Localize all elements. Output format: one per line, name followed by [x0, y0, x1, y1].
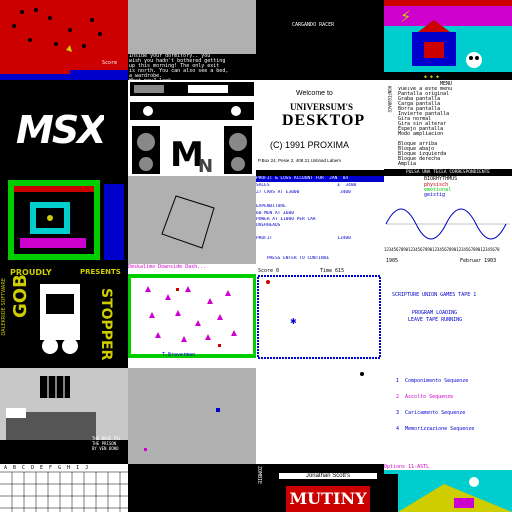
copyright: (C) 1991 PROXIMA: [270, 140, 350, 150]
svg-text:N: N: [198, 156, 213, 176]
welcome-text: Welcome to: [296, 90, 333, 97]
tile-profit-loss: PROFIT & LOSS ACCOUNT FOR JAN 84 SALES £…: [256, 176, 384, 264]
menu-side-label: KONFIGURACE: [387, 86, 392, 113]
magenta-dot: [144, 448, 147, 451]
title-art: ⚡ ◆ ◆ ◆: [384, 0, 512, 80]
stereo-art: M N: [130, 82, 254, 176]
tile-gob-stopper: PROUDLY PRESENTS DALEKRIDE SOFTWARE GOB …: [0, 264, 128, 368]
svg-text:⚡: ⚡: [400, 7, 411, 26]
tile-empty-black: [128, 464, 256, 512]
tile-maze-game: [0, 176, 128, 264]
tile-scripture-union: SCRIPTURE UNION GAMES TAPE 1 PROGRAM LOA…: [384, 264, 512, 368]
gob-text: GOB: [10, 274, 31, 318]
su-leave: LEAVE TAPE RUNNING: [408, 317, 463, 323]
tile-sequence-menu: 1 Componimento Sequenze 2 Ascolto Sequen…: [384, 368, 512, 464]
landscape-art: [384, 474, 512, 512]
tile-prison: THE BASE PIL THE PRISON BY VEN DONO: [0, 368, 128, 464]
mutiny-title: MUTINY: [286, 486, 370, 512]
svg-text:✱: ✱: [290, 317, 297, 326]
seq-item-1[interactable]: 1 Componimento Sequenze: [396, 378, 468, 384]
msx-logo: MSX: [16, 108, 105, 152]
menu-item[interactable]: Amplia: [398, 162, 510, 167]
address: P.Box 24, Pesie 2, 408 21 Ustinad Labem: [258, 158, 341, 163]
menu-footer: PULSA UNA TECLA CORRESPONDIENTE: [384, 169, 512, 176]
tile-blank-gray: [128, 368, 256, 464]
tile-stereo: M N: [128, 80, 256, 176]
arena-border: ✱: [257, 275, 381, 359]
pl-line: OVERHEADS: [256, 223, 281, 228]
pl-header: PROFIT & LOSS ACCOUNT FOR JAN 84: [256, 176, 384, 182]
prison-credit: THE BASE PIL THE PRISON BY VEN DONO: [92, 436, 121, 451]
maze-playfield: [8, 180, 124, 260]
pl-line: 27 CARS AT £3000 3400: [256, 190, 351, 195]
pl-line: SALES £ 3400: [256, 183, 357, 188]
dash-player: T.Braverman: [162, 352, 196, 358]
blue-dot: [216, 408, 220, 412]
stopper-text: STOPPER: [98, 288, 114, 361]
pl-line: EXPENDITURE: [256, 204, 286, 209]
tile-mutiny: ZOMBIE Jonathan Scott's MUTINY: [256, 464, 384, 512]
tile-downside-dash: Deskalimo Downside Dash... T.Braverman: [128, 264, 256, 368]
tile-loading-racer: CARGANDO RACER: [256, 0, 384, 80]
mutiny-side: ZOMBIE: [256, 466, 262, 485]
red-playfield: [0, 8, 128, 80]
brand-main: DESKTOP: [282, 112, 366, 129]
board-grid: [0, 471, 128, 512]
tile-red-arcade: Score: [0, 0, 128, 80]
su-loading: PROGRAM LOADING: [412, 310, 458, 316]
ball: [360, 372, 364, 376]
rotating-square: [161, 195, 215, 249]
tile-text-adventure: Inside your dormitory.. you wish you had…: [128, 0, 256, 80]
brand-top: UNIVERSUM'S: [290, 102, 354, 112]
tile-menu: MENU KONFIGURACE Vuelve a este menu Pant…: [384, 80, 512, 176]
tile-grid-board: ABCDEFGHIJ: [0, 464, 128, 512]
seq-item-4[interactable]: 4 Memorizzazione Sequenze: [396, 426, 474, 432]
seq-item-2[interactable]: 2 Ascolto Sequenze: [396, 394, 453, 400]
tile-colorful-title: ⚡ ◆ ◆ ◆: [384, 0, 512, 80]
tile-msx-logo: MSX: [0, 80, 128, 176]
seq-item-3[interactable]: 3 Caricamento Sequenze: [396, 410, 465, 416]
tile-biorhythm: BIORHYTHMUS physisch emotional geistig 1…: [384, 176, 512, 264]
tile-desktop-welcome: Welcome to UNIVERSUM'S DESKTOP (C) 1991 …: [256, 80, 384, 176]
tile-blank-white: [256, 368, 384, 464]
loading-title: CARGANDO RACER: [292, 22, 335, 28]
pl-continue[interactable]: PRESS ENTER TO CONTINUE: [256, 256, 329, 262]
su-title: SCRIPTURE UNION GAMES TAPE 1: [392, 292, 477, 298]
score-label: Score: [102, 60, 118, 66]
tile-dotted-arena: Score 0 Time 615 ✱: [256, 264, 384, 368]
mutiny-author: Jonathan Scott's: [278, 472, 378, 480]
pl-line: PROFIT 13400: [256, 236, 351, 241]
tile-rotating-square: [128, 176, 256, 264]
bio-axis: 1234567890123456789012345678901234567890…: [384, 247, 500, 252]
tile-options-landscape: Options 11-ASTL: [384, 464, 512, 512]
menu-list: Vuelve a este menu Pantalla original Gra…: [398, 87, 510, 167]
adventure-text: Inside your dormitory.. you wish you had…: [128, 54, 256, 80]
